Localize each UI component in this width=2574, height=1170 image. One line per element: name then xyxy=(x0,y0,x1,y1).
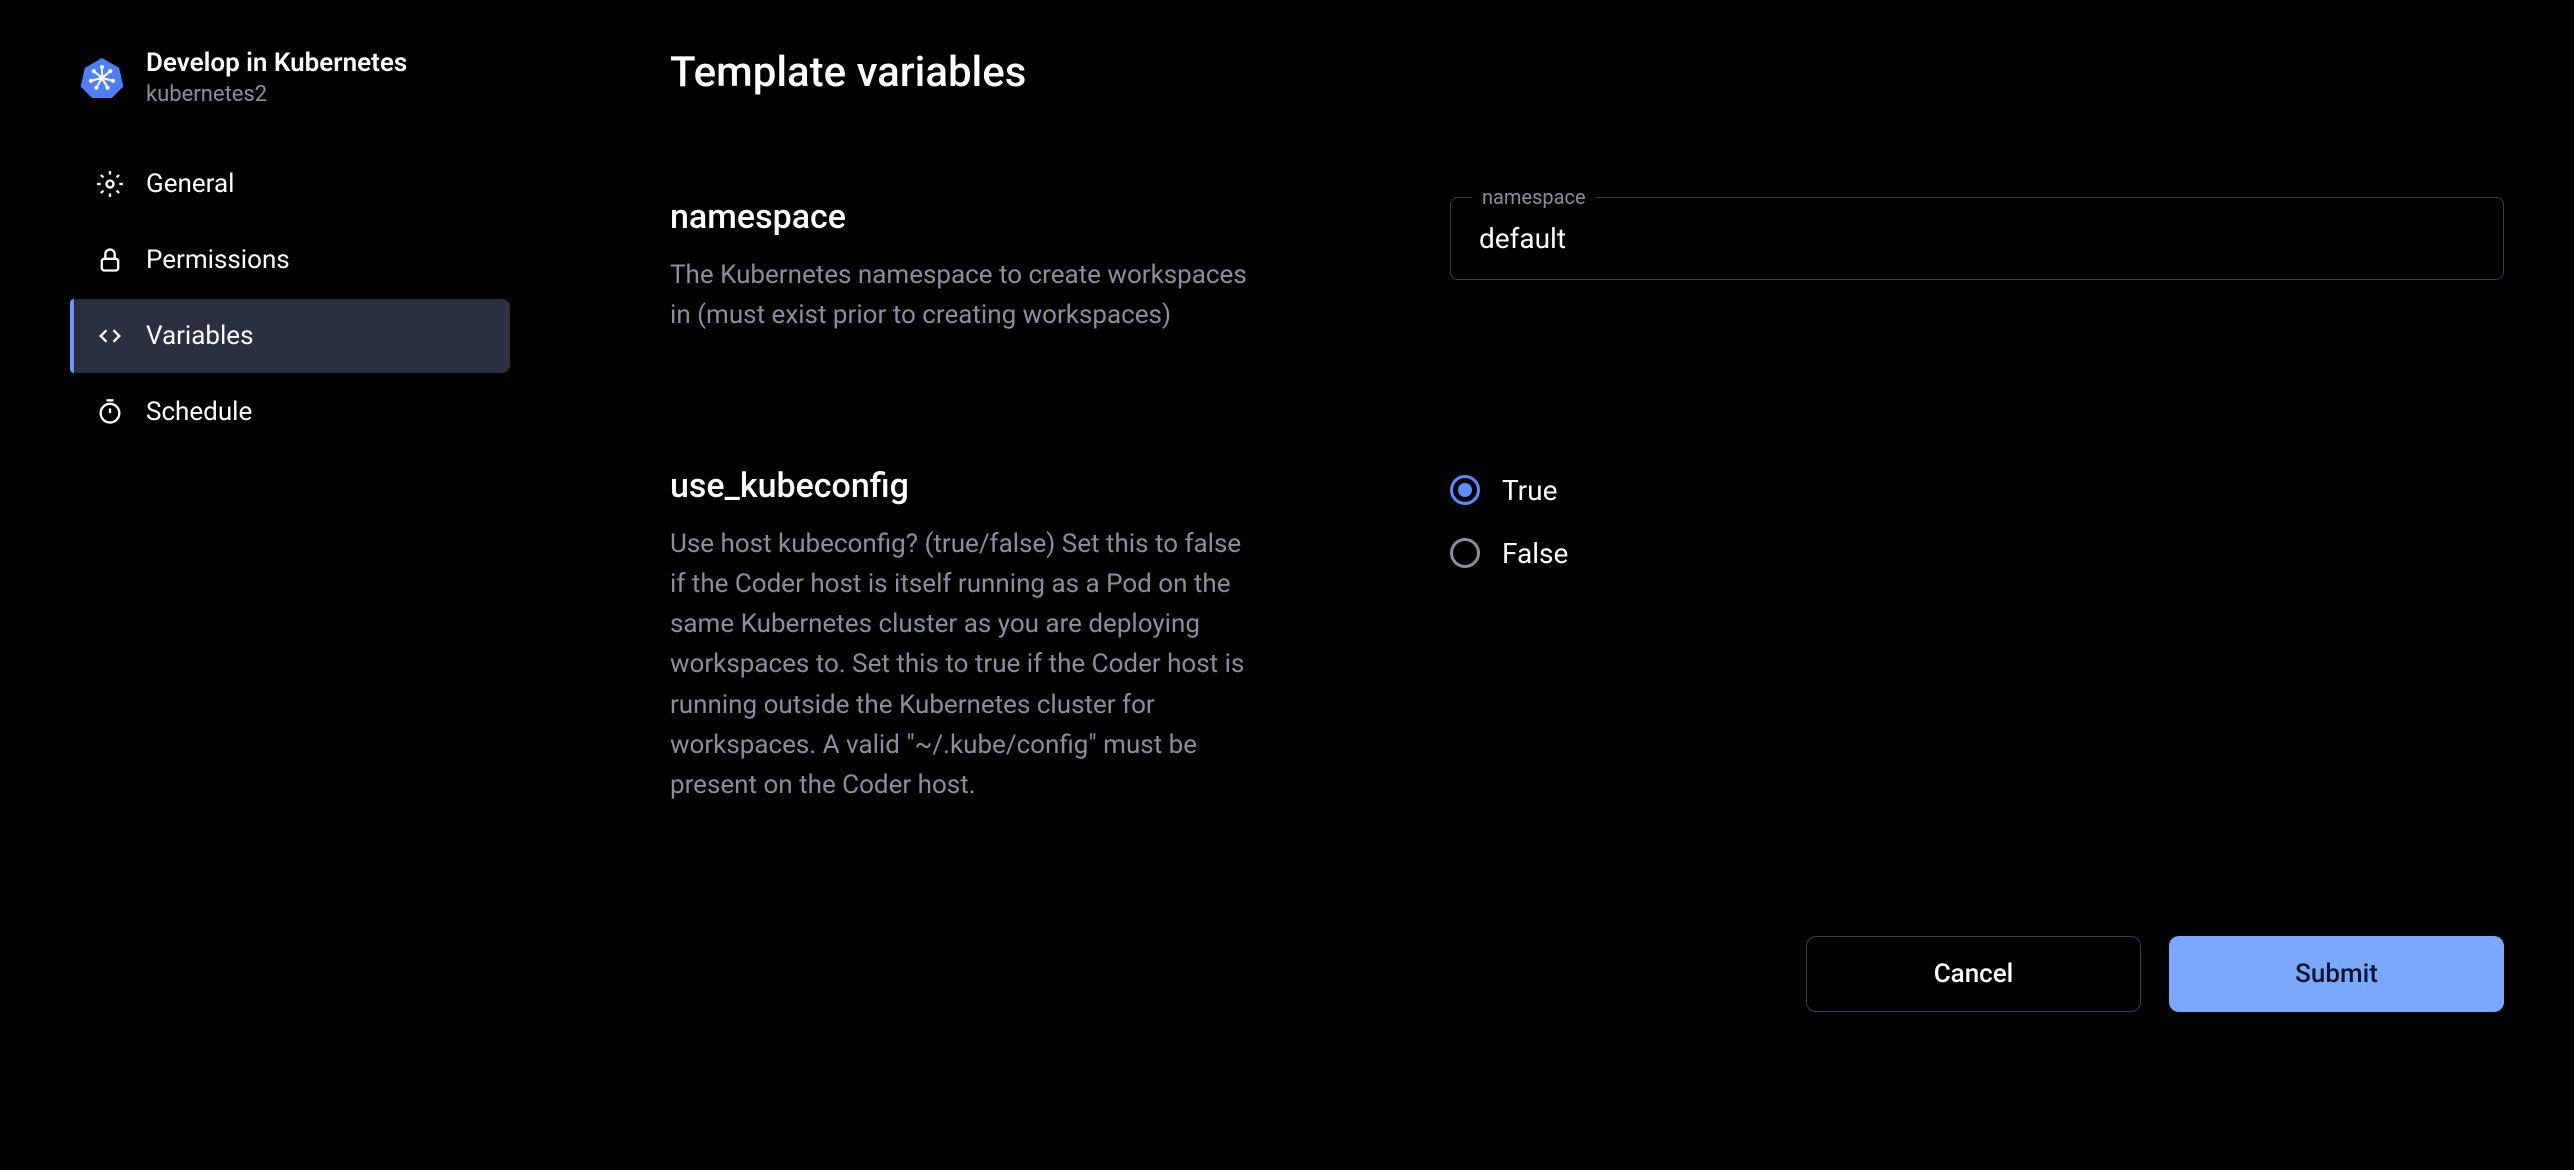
page-title: Template variables xyxy=(670,48,2504,97)
kubernetes-icon xyxy=(78,54,126,102)
input-label: namespace xyxy=(1472,185,1596,209)
submit-button[interactable]: Submit xyxy=(2169,936,2504,1012)
sidebar: Develop in Kubernetes kubernetes2 Genera… xyxy=(70,48,510,1012)
sidebar-item-label: Variables xyxy=(146,321,254,351)
gear-icon xyxy=(96,170,124,198)
sidebar-item-schedule[interactable]: Schedule xyxy=(70,375,510,449)
sidebar-item-label: General xyxy=(146,169,234,199)
namespace-input[interactable] xyxy=(1450,197,2504,280)
sidebar-item-permissions[interactable]: Permissions xyxy=(70,223,510,297)
sidebar-item-general[interactable]: General xyxy=(70,147,510,221)
sidebar-item-label: Permissions xyxy=(146,245,290,275)
radio-option-true[interactable]: True xyxy=(1450,474,2504,507)
variable-name: namespace xyxy=(670,197,1250,237)
radio-indicator-icon xyxy=(1450,475,1480,505)
main-content: Template variables namespace The Kuberne… xyxy=(670,48,2504,1012)
radio-indicator-icon xyxy=(1450,538,1480,568)
code-icon xyxy=(96,322,124,350)
lock-icon xyxy=(96,246,124,274)
cancel-button[interactable]: Cancel xyxy=(1806,936,2141,1012)
sidebar-item-label: Schedule xyxy=(146,397,252,427)
variable-row-namespace: namespace The Kubernetes namespace to cr… xyxy=(670,197,2504,336)
sidebar-nav: General Permissions Vari xyxy=(70,147,510,449)
sidebar-subtitle: kubernetes2 xyxy=(146,82,407,107)
radio-label: False xyxy=(1502,537,1568,570)
sidebar-item-variables[interactable]: Variables xyxy=(70,299,510,373)
variable-row-use-kubeconfig: use_kubeconfig Use host kubeconfig? (tru… xyxy=(670,466,2504,806)
sidebar-header: Develop in Kubernetes kubernetes2 xyxy=(70,48,510,107)
action-buttons: Cancel Submit xyxy=(670,936,2504,1012)
variable-name: use_kubeconfig xyxy=(670,466,1250,506)
radio-group-use-kubeconfig: True False xyxy=(1450,466,2504,570)
radio-label: True xyxy=(1502,474,1557,507)
stopwatch-icon xyxy=(96,398,124,426)
radio-option-false[interactable]: False xyxy=(1450,537,2504,570)
variable-description: Use host kubeconfig? (true/false) Set th… xyxy=(670,524,1250,806)
variable-description: The Kubernetes namespace to create works… xyxy=(670,255,1250,336)
sidebar-title: Develop in Kubernetes xyxy=(146,48,407,78)
